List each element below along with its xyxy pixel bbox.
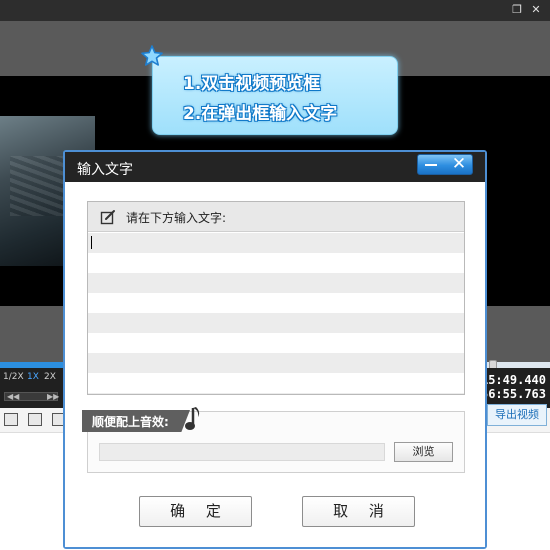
instruction-callout: 1.双击视频预览框 2.在弹出框输入文字 [152,56,398,135]
sound-effect-tag: 顺便配上音效: [82,410,190,432]
player-titlebar: ❐ ✕ [0,0,550,21]
callout-line-1: 1.双击视频预览框 [183,74,321,94]
forward-icon[interactable]: ▶▶ [47,392,59,401]
browse-button[interactable]: 浏览 [394,442,453,462]
text-caret [91,236,92,249]
new-project-icon[interactable] [4,413,18,426]
dialog-titlebar: 输入文字 ✕ [65,152,485,182]
close-button[interactable]: ✕ [529,3,543,17]
video-letterbox [482,116,550,266]
frame-seek-control[interactable]: ◀◀ ▶▶ [4,392,59,401]
input-text-dialog: 输入文字 ✕ 请在下方输入文字: 顺便配上音效: 浏览 确 定 取 消 [63,150,487,549]
star-icon [141,45,163,66]
speed-double[interactable]: 2X [44,372,56,382]
speed-normal[interactable]: 1X [27,372,39,382]
text-panel-header: 请在下方输入文字: [88,202,464,232]
sound-effect-label: 顺便配上音效: [92,415,169,429]
minimize-icon[interactable] [425,164,437,166]
text-input-panel: 请在下方输入文字: [87,201,465,395]
close-icon[interactable]: ✕ [448,155,470,175]
open-folder-icon[interactable] [28,413,42,426]
dialog-title: 输入文字 [77,162,133,178]
rewind-icon[interactable]: ◀◀ [7,392,19,401]
sound-effect-panel: 顺便配上音效: 浏览 [82,407,465,473]
music-note-icon [185,407,200,430]
edit-icon [100,210,115,225]
callout-line-2: 2.在弹出框输入文字 [183,104,338,124]
text-input-area[interactable] [88,233,464,394]
text-panel-label: 请在下方输入文字: [126,211,227,225]
ok-button[interactable]: 确 定 [139,496,252,527]
dialog-window-controls: ✕ [417,154,473,175]
sound-file-field[interactable] [99,443,385,461]
speed-half[interactable]: 1/2X [3,372,24,382]
dialog-body: 请在下方输入文字: 顺便配上音效: 浏览 确 定 取 消 [65,182,485,547]
restore-button[interactable]: ❐ [510,3,524,17]
current-time: 15:49.440 [480,373,546,387]
cancel-button[interactable]: 取 消 [302,496,415,527]
export-video-button[interactable]: 导出视频 [487,404,547,426]
app-window: ❐ ✕ 1/2X 1X 2X ◀◀ ▶▶ 15:49.440 56:55.763… [0,0,550,550]
total-time: 56:55.763 [480,387,546,401]
